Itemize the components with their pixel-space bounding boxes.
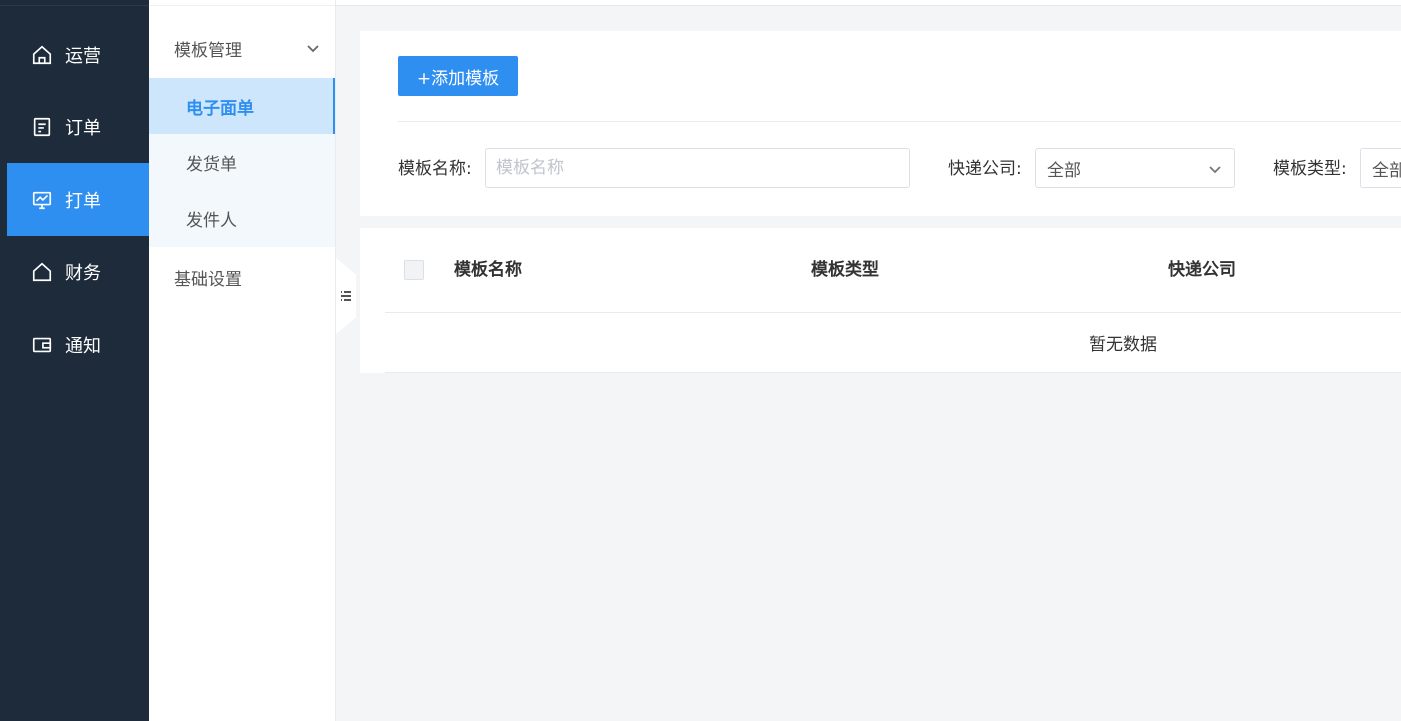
select-all-checkbox[interactable]: [404, 260, 424, 280]
submenu-item-label: 发件人: [186, 210, 237, 231]
menu-group-basic-settings[interactable]: 基础设置: [149, 249, 335, 305]
subnav-top-divider: [149, 0, 335, 6]
add-template-button[interactable]: +添加模板: [398, 56, 518, 96]
sidebar-collapse-toggle[interactable]: [336, 258, 356, 334]
collapse-menu-icon: [339, 289, 353, 303]
courier-select-value: 全部: [1047, 160, 1081, 181]
nav-item-label: 财务: [65, 262, 101, 284]
home-icon: [31, 44, 53, 66]
top-bar: [336, 0, 1401, 6]
submenu-item-label: 电子面单: [186, 98, 254, 119]
nav-item-label: 通知: [65, 335, 101, 357]
home-icon: [31, 261, 53, 283]
nav-item-label: 打单: [65, 190, 101, 212]
filter-card: +添加模板 模板名称: 快递公司: 全部 模板类型: 全部: [360, 31, 1401, 216]
chevron-down-icon: [1208, 161, 1222, 175]
column-header-courier: 快递公司: [1168, 260, 1236, 280]
courier-select[interactable]: 全部: [1035, 148, 1235, 188]
template-name-input[interactable]: [485, 148, 910, 188]
primary-sidebar: 运营 订单 打单 财务 通知: [0, 0, 149, 721]
chevron-down-icon: [305, 40, 321, 56]
nav-item-label: 运营: [65, 45, 101, 67]
template-type-select-value: 全部: [1372, 160, 1401, 181]
submenu-item-sender[interactable]: 发件人: [149, 190, 335, 246]
nav-item-notifications[interactable]: 通知: [7, 308, 149, 381]
submenu-item-delivery-note[interactable]: 发货单: [149, 134, 335, 190]
menu-group-label: 基础设置: [174, 269, 242, 290]
empty-state-text: 暂无数据: [1089, 335, 1157, 355]
submenu-item-e-waybill[interactable]: 电子面单: [149, 78, 335, 134]
filter-divider: [398, 121, 1401, 122]
template-table: 模板名称 模板类型 快递公司 暂无数据: [360, 228, 1401, 373]
nav-item-label: 订单: [65, 117, 101, 139]
menu-group-label: 模板管理: [174, 40, 242, 61]
nav-item-operations[interactable]: 运营: [7, 18, 149, 91]
nav-item-print[interactable]: 打单: [7, 163, 149, 236]
column-header-template-type: 模板类型: [811, 260, 879, 280]
table-empty-row: 暂无数据: [385, 313, 1401, 373]
nav-item-finance[interactable]: 财务: [7, 235, 149, 308]
template-type-select[interactable]: 全部: [1360, 148, 1401, 188]
nav-item-orders[interactable]: 订单: [7, 90, 149, 163]
submenu-list: 电子面单 发货单 发件人: [149, 78, 335, 247]
courier-label: 快递公司:: [948, 159, 1022, 179]
monitor-icon: [31, 189, 53, 211]
column-header-template-name: 模板名称: [454, 260, 522, 280]
wallet-icon: [31, 334, 53, 356]
submenu-item-label: 发货单: [186, 154, 237, 175]
menu-group-template-management[interactable]: 模板管理: [149, 20, 335, 76]
template-name-label: 模板名称:: [398, 159, 472, 179]
sidebar-top-divider: [0, 0, 149, 6]
template-type-label: 模板类型:: [1273, 159, 1347, 179]
secondary-sidebar: 模板管理 电子面单 发货单 发件人 基础设置: [149, 0, 336, 721]
table-header: 模板名称 模板类型 快递公司: [385, 228, 1401, 313]
document-icon: [31, 116, 53, 138]
